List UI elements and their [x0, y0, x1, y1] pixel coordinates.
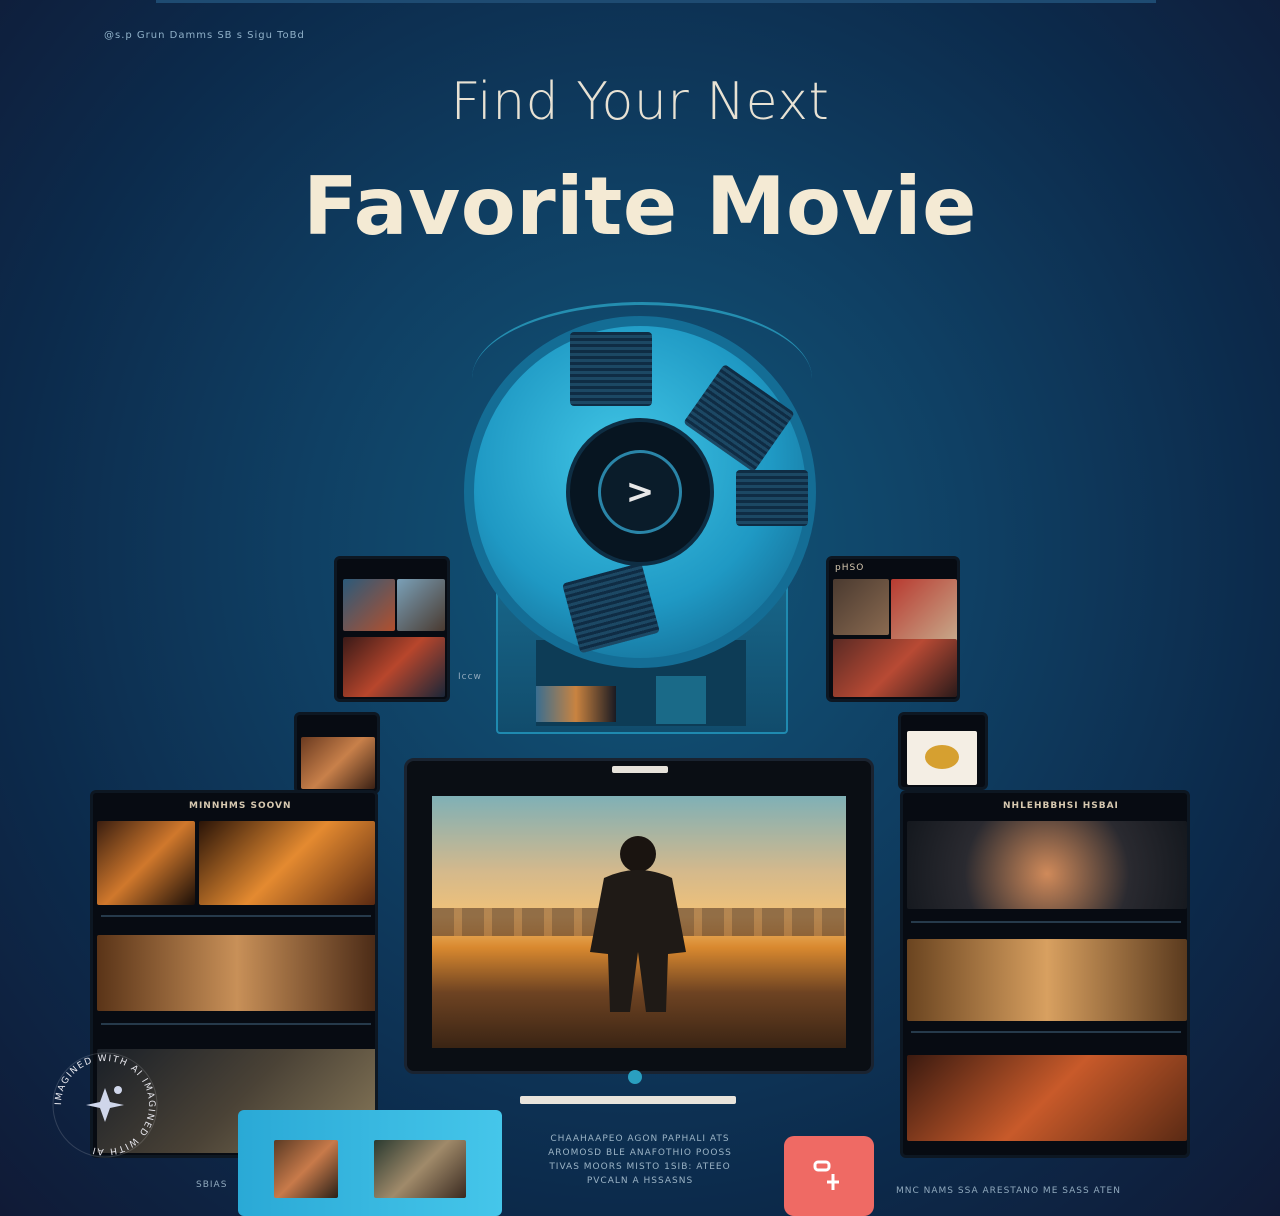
monitor-base — [520, 1096, 736, 1104]
tablet-small-left[interactable] — [334, 556, 450, 702]
bottom-right-text: MNC NAMS SSA ARESTANO ME SASS ATEN — [896, 1186, 1121, 1196]
side-label: Iccw — [458, 672, 482, 682]
tablet-tiny-left[interactable] — [294, 712, 380, 794]
stand-thumbnail[interactable] — [536, 686, 616, 722]
reel-segment — [570, 332, 652, 406]
tablet-small-right[interactable]: pHSO — [826, 556, 960, 702]
play-button[interactable]: > — [598, 450, 682, 534]
tablet-title: NHLEHBBHSI HSBAI — [1003, 801, 1119, 811]
bottom-left-text: SBIAS — [196, 1180, 228, 1190]
movie-thumbnail[interactable] — [199, 821, 375, 905]
tablet-title: MINNHMS SOOVN — [189, 801, 292, 811]
info-text-line: PVCALN A HSSASNS — [586, 1176, 694, 1186]
monitor-bar — [612, 766, 668, 773]
tablet-large-right[interactable]: NHLEHBBHSI HSBAI — [900, 790, 1190, 1158]
movie-thumbnail[interactable] — [907, 1055, 1187, 1141]
reel-segment — [562, 562, 660, 654]
tablet-tiny-right[interactable] — [898, 712, 988, 790]
headline-bold: Favorite Movie — [303, 160, 977, 253]
watermark-badge: IMAGINED WITH AI IMAGINED WITH AI — [52, 1052, 158, 1158]
info-text-line: TIVAS MOORS MISTO 1SIB: ATEEO — [549, 1162, 731, 1172]
stand-thumbnail[interactable] — [656, 676, 706, 724]
person-silhouette — [590, 836, 686, 1012]
reel-segment — [736, 470, 808, 526]
header-small-text: @s.p Grun Damms SB s Sigu ToBd — [104, 30, 305, 41]
top-divider — [156, 0, 1156, 3]
power-icon[interactable] — [628, 1070, 642, 1084]
headline-light: Find Your Next — [450, 72, 830, 132]
app-glyph-icon — [813, 1160, 839, 1190]
info-text-line: AROMOSD BLE ANAFOTHIO POOSS — [548, 1148, 732, 1158]
app-icon[interactable] — [784, 1136, 874, 1216]
play-icon: > — [625, 472, 655, 512]
bottom-tablet[interactable] — [238, 1110, 502, 1216]
info-text-line: CHAAHAAPEO AGON PAPHALI ATS — [550, 1134, 730, 1144]
movie-thumbnail[interactable] — [97, 821, 195, 905]
movie-thumbnail[interactable] — [907, 821, 1187, 909]
sparkle-icon — [86, 1086, 124, 1122]
movie-thumbnail[interactable] — [907, 939, 1187, 1021]
tablet-title: pHSO — [835, 563, 865, 573]
movie-thumbnail[interactable] — [97, 935, 375, 1011]
